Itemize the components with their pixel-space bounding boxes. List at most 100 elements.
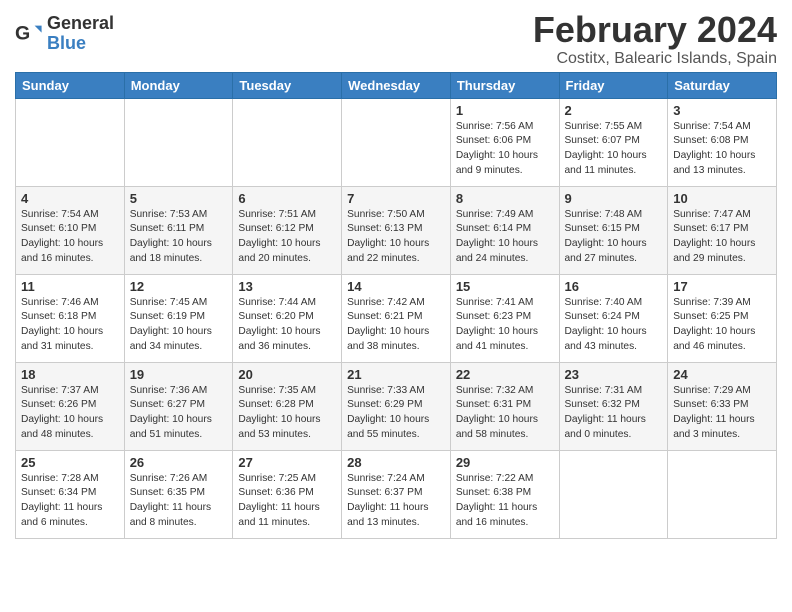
day-info: Sunrise: 7:39 AM Sunset: 6:25 PM Dayligh… bbox=[673, 296, 771, 355]
logo-general: General bbox=[47, 14, 114, 34]
day-number: 18 bbox=[21, 367, 119, 382]
calendar-header-row: SundayMondayTuesdayWednesdayThursdayFrid… bbox=[16, 72, 777, 98]
day-info: Sunrise: 7:37 AM Sunset: 6:26 PM Dayligh… bbox=[21, 384, 119, 443]
day-info: Sunrise: 7:29 AM Sunset: 6:33 PM Dayligh… bbox=[673, 384, 771, 443]
day-info: Sunrise: 7:45 AM Sunset: 6:19 PM Dayligh… bbox=[130, 296, 228, 355]
day-info: Sunrise: 7:56 AM Sunset: 6:06 PM Dayligh… bbox=[456, 120, 554, 179]
day-info: Sunrise: 7:22 AM Sunset: 6:38 PM Dayligh… bbox=[456, 472, 554, 531]
calendar-cell: 23 Sunrise: 7:31 AM Sunset: 6:32 PM Dayli… bbox=[559, 362, 668, 450]
day-info: Sunrise: 7:55 AM Sunset: 6:07 PM Dayligh… bbox=[565, 120, 663, 179]
calendar-cell bbox=[124, 98, 233, 186]
day-number: 24 bbox=[673, 367, 771, 382]
calendar-cell: 11 Sunrise: 7:46 AM Sunset: 6:18 PM Dayli… bbox=[16, 274, 125, 362]
day-info: Sunrise: 7:32 AM Sunset: 6:31 PM Dayligh… bbox=[456, 384, 554, 443]
calendar-cell: 28 Sunrise: 7:24 AM Sunset: 6:37 PM Dayli… bbox=[342, 450, 451, 538]
logo-blue: Blue bbox=[47, 34, 114, 54]
day-info: Sunrise: 7:47 AM Sunset: 6:17 PM Dayligh… bbox=[673, 208, 771, 267]
calendar-subtitle: Costitx, Balearic Islands, Spain bbox=[533, 50, 777, 68]
day-number: 6 bbox=[238, 191, 336, 206]
calendar-cell: 9Sunrise: 7:48 AM Sunset: 6:15 PM Daylig… bbox=[559, 186, 668, 274]
day-info: Sunrise: 7:31 AM Sunset: 6:32 PM Dayligh… bbox=[565, 384, 663, 443]
calendar-cell: 4 Sunrise: 7:54 AM Sunset: 6:10 PM Daylig… bbox=[16, 186, 125, 274]
day-number: 14 bbox=[347, 279, 445, 294]
day-header-wednesday: Wednesday bbox=[342, 72, 451, 98]
day-info: Sunrise: 7:54 AM Sunset: 6:08 PM Dayligh… bbox=[673, 120, 771, 179]
day-number: 23 bbox=[565, 367, 663, 382]
day-number: 17 bbox=[673, 279, 771, 294]
day-header-monday: Monday bbox=[124, 72, 233, 98]
calendar-cell: 13 Sunrise: 7:44 AM Sunset: 6:20 PM Dayli… bbox=[233, 274, 342, 362]
calendar-cell: 14 Sunrise: 7:42 AM Sunset: 6:21 PM Dayli… bbox=[342, 274, 451, 362]
day-number: 7 bbox=[347, 191, 445, 206]
day-number: 25 bbox=[21, 455, 119, 470]
calendar-cell: 27 Sunrise: 7:25 AM Sunset: 6:36 PM Dayli… bbox=[233, 450, 342, 538]
calendar-cell: 8 Sunrise: 7:49 AM Sunset: 6:14 PM Daylig… bbox=[450, 186, 559, 274]
week-row-1: 4 Sunrise: 7:54 AM Sunset: 6:10 PM Daylig… bbox=[16, 186, 777, 274]
day-number: 11 bbox=[21, 279, 119, 294]
day-info: Sunrise: 7:54 AM Sunset: 6:10 PM Dayligh… bbox=[21, 208, 119, 267]
day-info: Sunrise: 7:25 AM Sunset: 6:36 PM Dayligh… bbox=[238, 472, 336, 531]
day-info: Sunrise: 7:26 AM Sunset: 6:35 PM Dayligh… bbox=[130, 472, 228, 531]
calendar-cell: 25 Sunrise: 7:28 AM Sunset: 6:34 PM Dayli… bbox=[16, 450, 125, 538]
day-number: 13 bbox=[238, 279, 336, 294]
calendar-cell: 15Sunrise: 7:41 AM Sunset: 6:23 PM Dayli… bbox=[450, 274, 559, 362]
calendar-cell: 19 Sunrise: 7:36 AM Sunset: 6:27 PM Dayli… bbox=[124, 362, 233, 450]
day-info: Sunrise: 7:44 AM Sunset: 6:20 PM Dayligh… bbox=[238, 296, 336, 355]
header: G General Blue February 2024 Costitx, Ba… bbox=[15, 10, 777, 68]
calendar-cell: 20Sunrise: 7:35 AM Sunset: 6:28 PM Dayli… bbox=[233, 362, 342, 450]
week-row-3: 18 Sunrise: 7:37 AM Sunset: 6:26 PM Dayli… bbox=[16, 362, 777, 450]
day-header-friday: Friday bbox=[559, 72, 668, 98]
day-info: Sunrise: 7:35 AM Sunset: 6:28 PM Dayligh… bbox=[238, 384, 336, 443]
day-info: Sunrise: 7:46 AM Sunset: 6:18 PM Dayligh… bbox=[21, 296, 119, 355]
logo-icon: G bbox=[15, 20, 43, 48]
week-row-4: 25 Sunrise: 7:28 AM Sunset: 6:34 PM Dayli… bbox=[16, 450, 777, 538]
week-row-2: 11 Sunrise: 7:46 AM Sunset: 6:18 PM Dayli… bbox=[16, 274, 777, 362]
calendar-cell bbox=[233, 98, 342, 186]
day-number: 2 bbox=[565, 103, 663, 118]
day-info: Sunrise: 7:42 AM Sunset: 6:21 PM Dayligh… bbox=[347, 296, 445, 355]
day-info: Sunrise: 7:24 AM Sunset: 6:37 PM Dayligh… bbox=[347, 472, 445, 531]
day-number: 4 bbox=[21, 191, 119, 206]
day-number: 19 bbox=[130, 367, 228, 382]
calendar-cell bbox=[559, 450, 668, 538]
day-number: 16 bbox=[565, 279, 663, 294]
calendar-cell: 7 Sunrise: 7:50 AM Sunset: 6:13 PM Daylig… bbox=[342, 186, 451, 274]
calendar-cell: 17 Sunrise: 7:39 AM Sunset: 6:25 PM Dayli… bbox=[668, 274, 777, 362]
day-number: 27 bbox=[238, 455, 336, 470]
svg-text:G: G bbox=[15, 22, 30, 44]
day-info: Sunrise: 7:36 AM Sunset: 6:27 PM Dayligh… bbox=[130, 384, 228, 443]
calendar-title: February 2024 bbox=[533, 10, 777, 50]
calendar-cell bbox=[16, 98, 125, 186]
day-header-thursday: Thursday bbox=[450, 72, 559, 98]
day-info: Sunrise: 7:49 AM Sunset: 6:14 PM Dayligh… bbox=[456, 208, 554, 267]
day-header-sunday: Sunday bbox=[16, 72, 125, 98]
logo: G General Blue bbox=[15, 14, 114, 54]
day-info: Sunrise: 7:48 AM Sunset: 6:15 PM Dayligh… bbox=[565, 208, 663, 267]
calendar-cell bbox=[342, 98, 451, 186]
calendar-cell: 10 Sunrise: 7:47 AM Sunset: 6:17 PM Dayli… bbox=[668, 186, 777, 274]
day-info: Sunrise: 7:28 AM Sunset: 6:34 PM Dayligh… bbox=[21, 472, 119, 531]
day-number: 5 bbox=[130, 191, 228, 206]
day-info: Sunrise: 7:51 AM Sunset: 6:12 PM Dayligh… bbox=[238, 208, 336, 267]
day-number: 22 bbox=[456, 367, 554, 382]
calendar-cell: 18 Sunrise: 7:37 AM Sunset: 6:26 PM Dayli… bbox=[16, 362, 125, 450]
title-block: February 2024 Costitx, Balearic Islands,… bbox=[533, 10, 777, 68]
calendar-cell: 3 Sunrise: 7:54 AM Sunset: 6:08 PM Daylig… bbox=[668, 98, 777, 186]
calendar-cell: 2 Sunrise: 7:55 AM Sunset: 6:07 PM Daylig… bbox=[559, 98, 668, 186]
calendar-cell: 29Sunrise: 7:22 AM Sunset: 6:38 PM Dayli… bbox=[450, 450, 559, 538]
day-number: 28 bbox=[347, 455, 445, 470]
day-info: Sunrise: 7:50 AM Sunset: 6:13 PM Dayligh… bbox=[347, 208, 445, 267]
calendar-cell: 24 Sunrise: 7:29 AM Sunset: 6:33 PM Dayli… bbox=[668, 362, 777, 450]
calendar-table: SundayMondayTuesdayWednesdayThursdayFrid… bbox=[15, 72, 777, 539]
day-header-saturday: Saturday bbox=[668, 72, 777, 98]
day-number: 8 bbox=[456, 191, 554, 206]
day-info: Sunrise: 7:53 AM Sunset: 6:11 PM Dayligh… bbox=[130, 208, 228, 267]
day-number: 21 bbox=[347, 367, 445, 382]
calendar-cell: 26Sunrise: 7:26 AM Sunset: 6:35 PM Dayli… bbox=[124, 450, 233, 538]
logo-text: General Blue bbox=[47, 14, 114, 54]
day-info: Sunrise: 7:33 AM Sunset: 6:29 PM Dayligh… bbox=[347, 384, 445, 443]
day-number: 10 bbox=[673, 191, 771, 206]
day-number: 3 bbox=[673, 103, 771, 118]
day-info: Sunrise: 7:40 AM Sunset: 6:24 PM Dayligh… bbox=[565, 296, 663, 355]
week-row-0: 1Sunrise: 7:56 AM Sunset: 6:06 PM Daylig… bbox=[16, 98, 777, 186]
